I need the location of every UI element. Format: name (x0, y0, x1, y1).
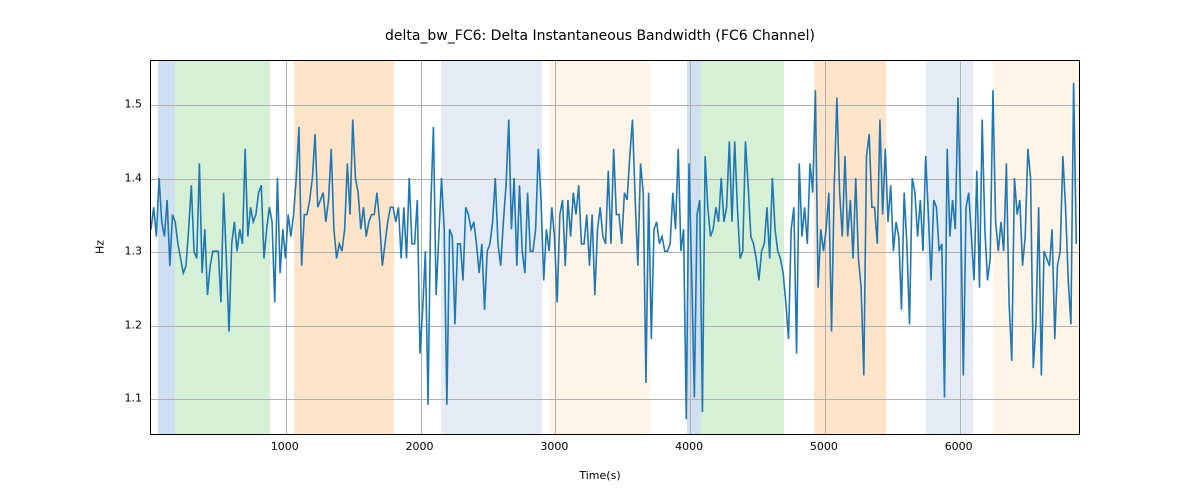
line-series (151, 61, 1079, 434)
x-tick-label: 5000 (810, 440, 838, 453)
y-tick-label: 1.5 (125, 98, 143, 111)
x-tick-label: 4000 (675, 440, 703, 453)
plot-area (150, 60, 1080, 435)
chart-title: delta_bw_FC6: Delta Instantaneous Bandwi… (0, 28, 1200, 44)
y-tick-label: 1.1 (125, 392, 143, 405)
x-tick-label: 3000 (540, 440, 568, 453)
x-axis-label: Time(s) (0, 469, 1200, 482)
y-tick-label: 1.4 (125, 171, 143, 184)
y-tick-label: 1.3 (125, 245, 143, 258)
y-tick-label: 1.2 (125, 318, 143, 331)
series-line (151, 83, 1076, 419)
figure: delta_bw_FC6: Delta Instantaneous Bandwi… (0, 0, 1200, 500)
x-tick-label: 1000 (271, 440, 299, 453)
x-tick-label: 2000 (406, 440, 434, 453)
x-tick-label: 6000 (945, 440, 973, 453)
y-axis-label: Hz (94, 240, 107, 254)
